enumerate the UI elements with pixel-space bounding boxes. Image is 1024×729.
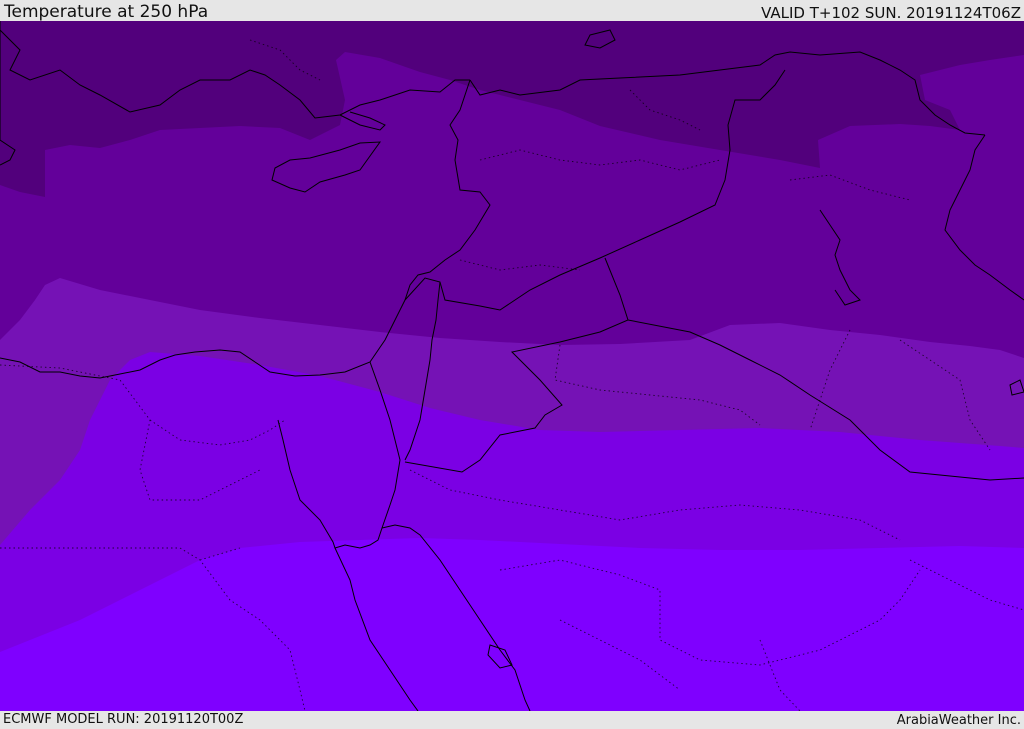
credit-label: ArabiaWeather Inc. <box>896 713 1021 728</box>
map-panel[interactable] <box>0 21 1024 711</box>
header-bar: Temperature at 250 hPa VALID T+102 SUN. … <box>0 0 1024 21</box>
map-viewer: Temperature at 250 hPa VALID T+102 SUN. … <box>0 0 1024 729</box>
temperature-map[interactable] <box>0 21 1024 711</box>
valid-time-label: VALID T+102 SUN. 20191124T06Z <box>761 4 1021 22</box>
map-title: Temperature at 250 hPa <box>4 2 209 22</box>
footer-bar: ECMWF MODEL RUN: 20191120T00Z ArabiaWeat… <box>0 711 1024 729</box>
model-run-label: ECMWF MODEL RUN: 20191120T00Z <box>3 712 244 727</box>
